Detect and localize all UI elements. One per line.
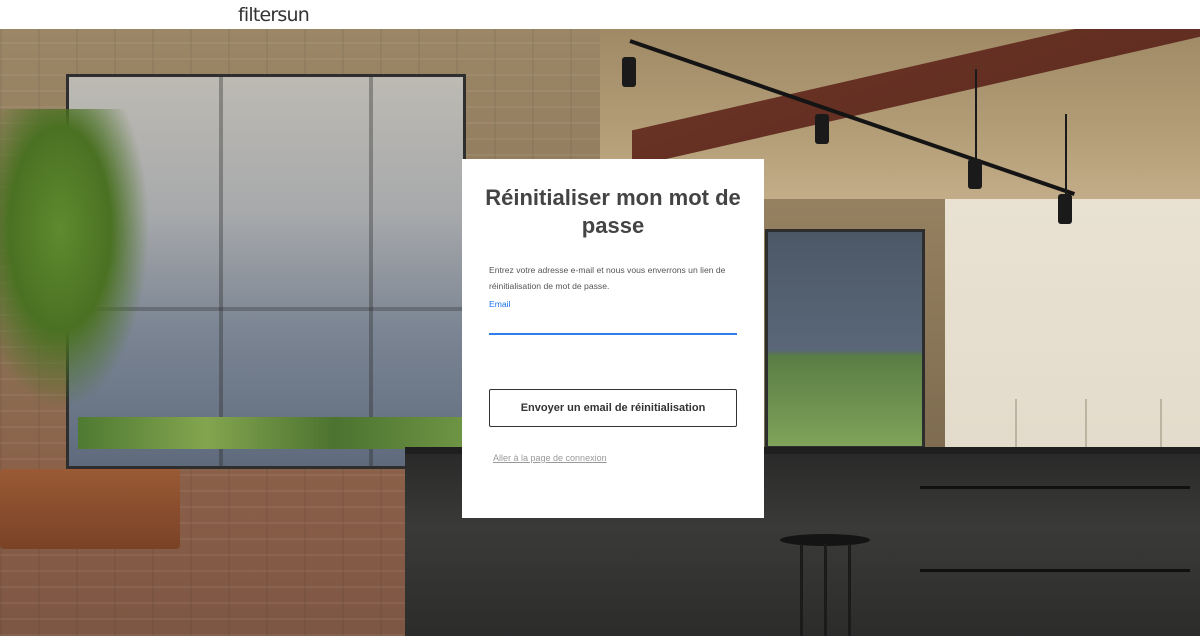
page-title: Réinitialiser mon mot de passe <box>485 185 741 238</box>
bar-stool <box>780 534 870 636</box>
spotlight <box>1058 194 1072 224</box>
leather-bench <box>0 469 180 549</box>
drawer-handle <box>920 486 1190 489</box>
stool-leg <box>824 544 827 636</box>
plant <box>0 109 150 409</box>
light-cable <box>975 69 977 159</box>
send-reset-email-button[interactable]: Envoyer un email de réinitialisation <box>489 389 737 427</box>
window-mullion <box>369 77 373 466</box>
filtersun-logo[interactable]: filtersun <box>238 4 310 26</box>
spotlight <box>622 57 636 87</box>
reset-password-card: Réinitialiser mon mot de passe Entrez vo… <box>462 159 764 518</box>
stool-leg <box>848 544 851 636</box>
reset-description: Entrez votre adresse e-mail et nous vous… <box>489 265 726 291</box>
window-mullion <box>219 77 223 466</box>
stool-leg <box>800 544 803 636</box>
email-label: Email <box>489 299 511 309</box>
drawer-handle <box>920 569 1190 572</box>
go-to-login-link[interactable]: Aller à la page de connexion <box>493 453 607 463</box>
email-field[interactable] <box>489 314 737 335</box>
spotlight <box>815 114 829 144</box>
right-window <box>765 229 925 449</box>
top-bar: filtersun <box>0 0 1200 29</box>
spotlight <box>968 159 982 189</box>
light-cable <box>1065 114 1067 194</box>
outdoor-greenery <box>78 417 463 449</box>
